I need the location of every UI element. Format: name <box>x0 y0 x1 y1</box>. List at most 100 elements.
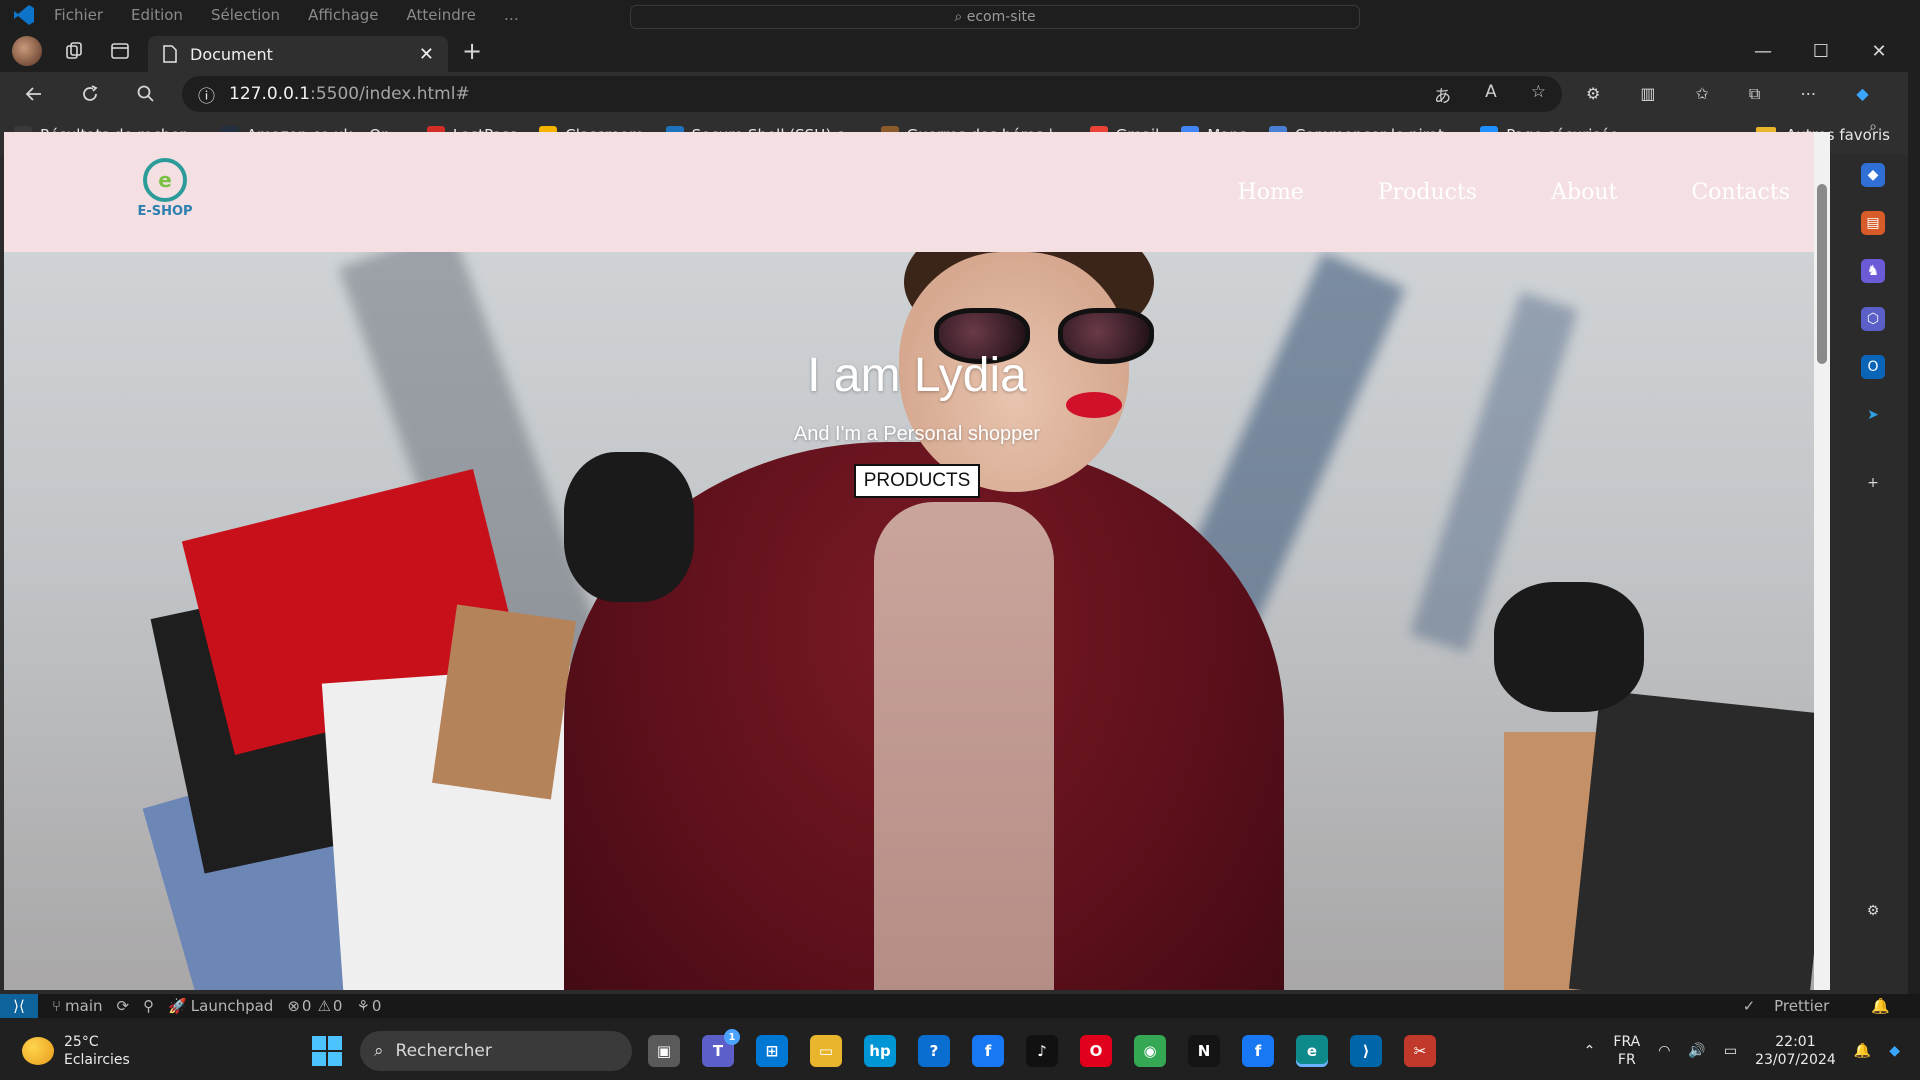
windows-start-icon[interactable] <box>312 1036 342 1066</box>
hero-model-sweater <box>874 502 1054 990</box>
clock-date: 23/07/2024 <box>1755 1052 1836 1068</box>
sidebar-search-icon[interactable]: ⌕ <box>1861 115 1885 139</box>
address-bar-row: ⓘ 127.0.0.1:5500/index.html# あ A ☆ ⚙ ▥ ✩… <box>0 72 1908 116</box>
tools-icon[interactable]: ▤ <box>1861 211 1885 235</box>
language-code: FRA <box>1613 1034 1641 1050</box>
source-control-icon[interactable]: ⚲ <box>143 997 154 1015</box>
vscode-menu-item[interactable]: Fichier <box>54 6 103 24</box>
git-branch[interactable]: main <box>65 997 102 1015</box>
snipping-icon[interactable]: ✂ <box>1404 1035 1436 1067</box>
taskbar-search[interactable]: ⌕ Rechercher <box>360 1031 632 1071</box>
vscode-menu-item[interactable]: Sélection <box>211 6 280 24</box>
ports-count[interactable]: 0 <box>372 997 382 1015</box>
window-controls: — ☐ ✕ <box>1734 30 1908 72</box>
vscode-menu-item[interactable]: Atteindre <box>407 6 476 24</box>
vscode-icon[interactable]: ⟩ <box>1350 1035 1382 1067</box>
url-field[interactable]: ⓘ 127.0.0.1:5500/index.html# あ A ☆ <box>182 76 1562 112</box>
site-header: e E-SHOP Home Products About Contacts <box>4 132 1830 252</box>
warnings-count[interactable]: 0 <box>333 997 343 1015</box>
profile-avatar[interactable] <box>12 36 42 66</box>
netflix-icon[interactable]: N <box>1188 1035 1220 1067</box>
battery-icon[interactable]: ▭ <box>1724 1043 1737 1059</box>
weather-condition: Eclaircies <box>64 1052 130 1068</box>
remote-indicator-icon[interactable]: ⟩⟨ <box>0 994 38 1018</box>
facebook-icon[interactable]: f <box>972 1035 1004 1067</box>
vscode-menu-item[interactable]: … <box>504 6 519 24</box>
edge-sidebar: ⌕ ◆ ▤ ♞ ⬡ O ➤ + ⚙ <box>1855 115 1891 995</box>
shopping-tag-icon[interactable]: ◆ <box>1861 163 1885 187</box>
toolbar-actions: ⚙ ▥ ✩ ⧉ ⋯ ◆ <box>1586 84 1869 104</box>
tab-document[interactable]: Document ✕ <box>148 36 448 72</box>
send-icon[interactable]: ➤ <box>1861 403 1885 427</box>
outlook-icon[interactable]: O <box>1861 355 1885 379</box>
workspaces-icon[interactable] <box>60 37 88 65</box>
vertical-tabs-icon[interactable] <box>106 37 134 65</box>
vscode-menu-item[interactable]: Affichage <box>308 6 378 24</box>
sidebar-settings-icon[interactable]: ⚙ <box>1861 899 1885 923</box>
prettier-status[interactable]: ✓ Prettier <box>1743 997 1830 1015</box>
nav-link-contacts[interactable]: Contacts <box>1691 180 1790 205</box>
read-aloud-icon[interactable]: A <box>1485 82 1497 107</box>
tab-title: Document <box>190 44 273 64</box>
scrollbar-thumb[interactable] <box>1817 184 1827 364</box>
copilot-icon[interactable]: ◆ <box>1856 84 1868 104</box>
collections-icon[interactable]: ⧉ <box>1749 84 1760 104</box>
tray-overflow-icon[interactable]: ⌃ <box>1584 1043 1596 1059</box>
temperature: 25°C <box>64 1034 99 1050</box>
vscode-menu: Fichier Edition Sélection Affichage Atteindr… <box>54 6 547 24</box>
notifications-bell-icon[interactable]: 🔔 <box>1871 997 1890 1015</box>
url-actions: あ A ☆ <box>1434 82 1546 107</box>
weather-widget[interactable]: 25°C Eclaircies <box>22 1033 130 1069</box>
clock[interactable]: 22:01 23/07/2024 <box>1755 1033 1836 1069</box>
site-info-icon[interactable]: ⓘ <box>198 82 215 107</box>
store-icon[interactable]: ⊞ <box>756 1035 788 1067</box>
errors-count[interactable]: 0 <box>302 997 312 1015</box>
copilot-sidebar-icon[interactable]: ⬡ <box>1861 307 1885 331</box>
task-view-icon[interactable]: ▣ <box>648 1035 680 1067</box>
nav-link-home[interactable]: Home <box>1238 180 1304 205</box>
tiktok-icon[interactable]: ♪ <box>1026 1035 1058 1067</box>
add-sidebar-app-icon[interactable]: + <box>1861 471 1885 495</box>
wifi-icon[interactable]: ◠ <box>1658 1043 1670 1059</box>
eshop-logo[interactable]: e E-SHOP <box>132 158 198 224</box>
page-scrollbar[interactable] <box>1814 132 1830 990</box>
logo-text: E-SHOP <box>137 204 193 219</box>
close-window-button[interactable]: ✕ <box>1850 30 1908 72</box>
back-button[interactable] <box>12 76 56 112</box>
copilot-taskbar-icon[interactable]: ◆ <box>1889 1043 1900 1059</box>
chrome-icon[interactable]: ◉ <box>1134 1035 1166 1067</box>
myhp-icon[interactable]: hp <box>864 1035 896 1067</box>
windows-taskbar: 25°C Eclaircies ⌕ Rechercher ▣ T 1 ⊞ ▭ hp? f ♪ O… <box>0 1022 1920 1080</box>
nav-link-products[interactable]: Products <box>1378 180 1477 205</box>
volume-icon[interactable]: 🔊 <box>1688 1043 1705 1059</box>
hero-section: I am Lydia And I'm a Personal shopper PR… <box>4 252 1830 990</box>
tab-close-icon[interactable]: ✕ <box>419 44 434 65</box>
notifications-icon[interactable]: 🔔 <box>1854 1043 1871 1059</box>
help-icon[interactable]: ? <box>918 1035 950 1067</box>
products-button[interactable]: PRODUCTS <box>853 464 981 498</box>
opera-icon[interactable]: O <box>1080 1035 1112 1067</box>
launchpad-label[interactable]: Launchpad <box>191 997 274 1015</box>
nav-link-about[interactable]: About <box>1551 180 1617 205</box>
vscode-menu-item[interactable]: Edition <box>131 6 183 24</box>
favorite-star-icon[interactable]: ☆ <box>1531 82 1546 107</box>
translate-icon[interactable]: あ <box>1434 82 1451 107</box>
extensions-icon[interactable]: ⚙ <box>1586 84 1600 104</box>
language-indicator[interactable]: FRA FR <box>1613 1033 1640 1069</box>
tab-bar: Document ✕ + — ☐ ✕ <box>0 30 1908 72</box>
more-menu-icon[interactable]: ⋯ <box>1800 84 1816 104</box>
facebook-2-icon[interactable]: f <box>1242 1035 1274 1067</box>
favorites-icon[interactable]: ✩ <box>1695 84 1708 104</box>
minimize-button[interactable]: — <box>1734 30 1792 72</box>
games-icon[interactable]: ♞ <box>1861 259 1885 283</box>
new-tab-button[interactable]: + <box>462 37 482 65</box>
search-icon[interactable] <box>124 76 168 112</box>
explorer-icon[interactable]: ▭ <box>810 1035 842 1067</box>
refresh-button[interactable] <box>68 76 112 112</box>
sync-icon[interactable]: ⟳ <box>117 997 130 1015</box>
split-screen-icon[interactable]: ▥ <box>1640 84 1655 104</box>
maximize-button[interactable]: ☐ <box>1792 30 1850 72</box>
teams-icon[interactable]: T1 <box>702 1029 740 1067</box>
edge-icon[interactable]: e <box>1296 1035 1328 1067</box>
vscode-search-box[interactable]: ⌕ ecom-site <box>630 5 1360 29</box>
